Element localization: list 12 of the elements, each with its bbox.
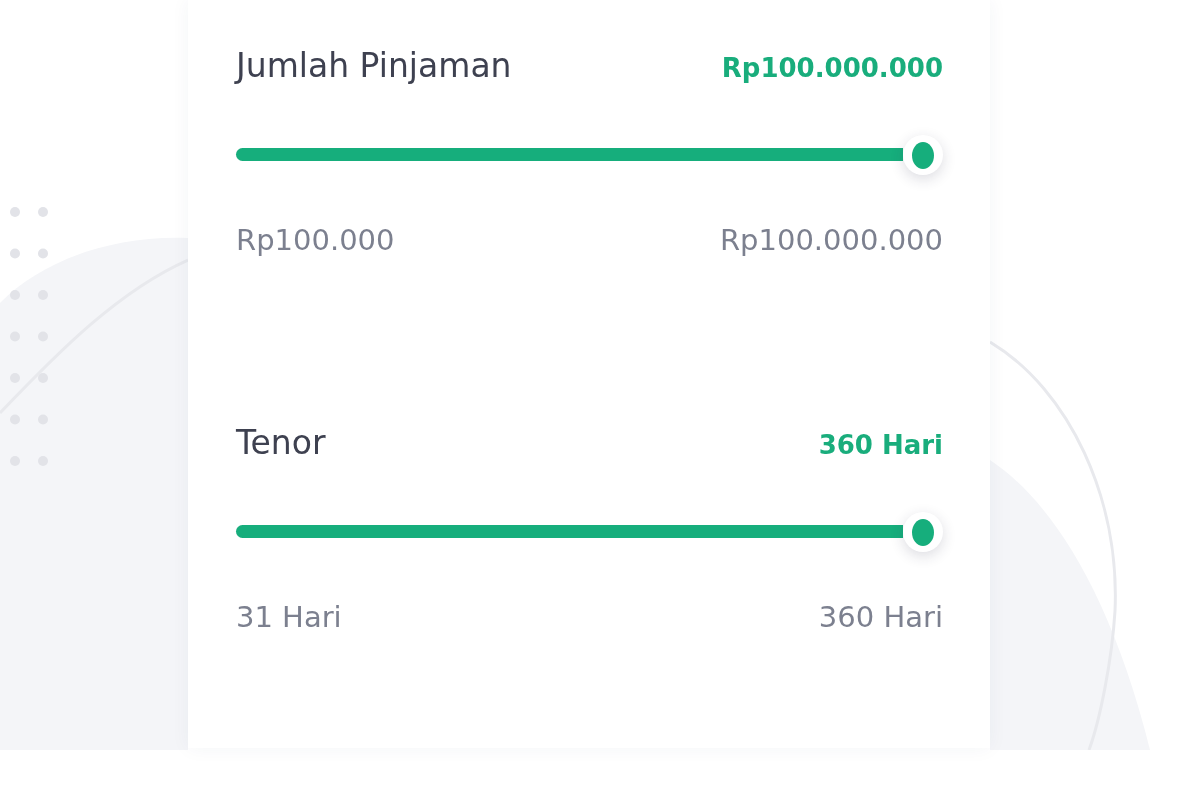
min-label: 31 Hari (236, 599, 342, 635)
slider-label: Tenor (236, 423, 326, 463)
slider-thumb[interactable] (903, 512, 943, 552)
slider-track[interactable] (236, 148, 903, 161)
slider-value: 360 Hari (818, 429, 943, 462)
max-label: 360 Hari (818, 599, 943, 635)
slider-thumb[interactable] (903, 135, 943, 175)
slider-label: Jumlah Pinjaman (236, 46, 512, 86)
min-label: Rp100.000 (236, 222, 395, 258)
slider-track[interactable] (236, 525, 903, 538)
slider-value: Rp100.000.000 (721, 52, 943, 85)
max-label: Rp100.000.000 (719, 222, 943, 258)
